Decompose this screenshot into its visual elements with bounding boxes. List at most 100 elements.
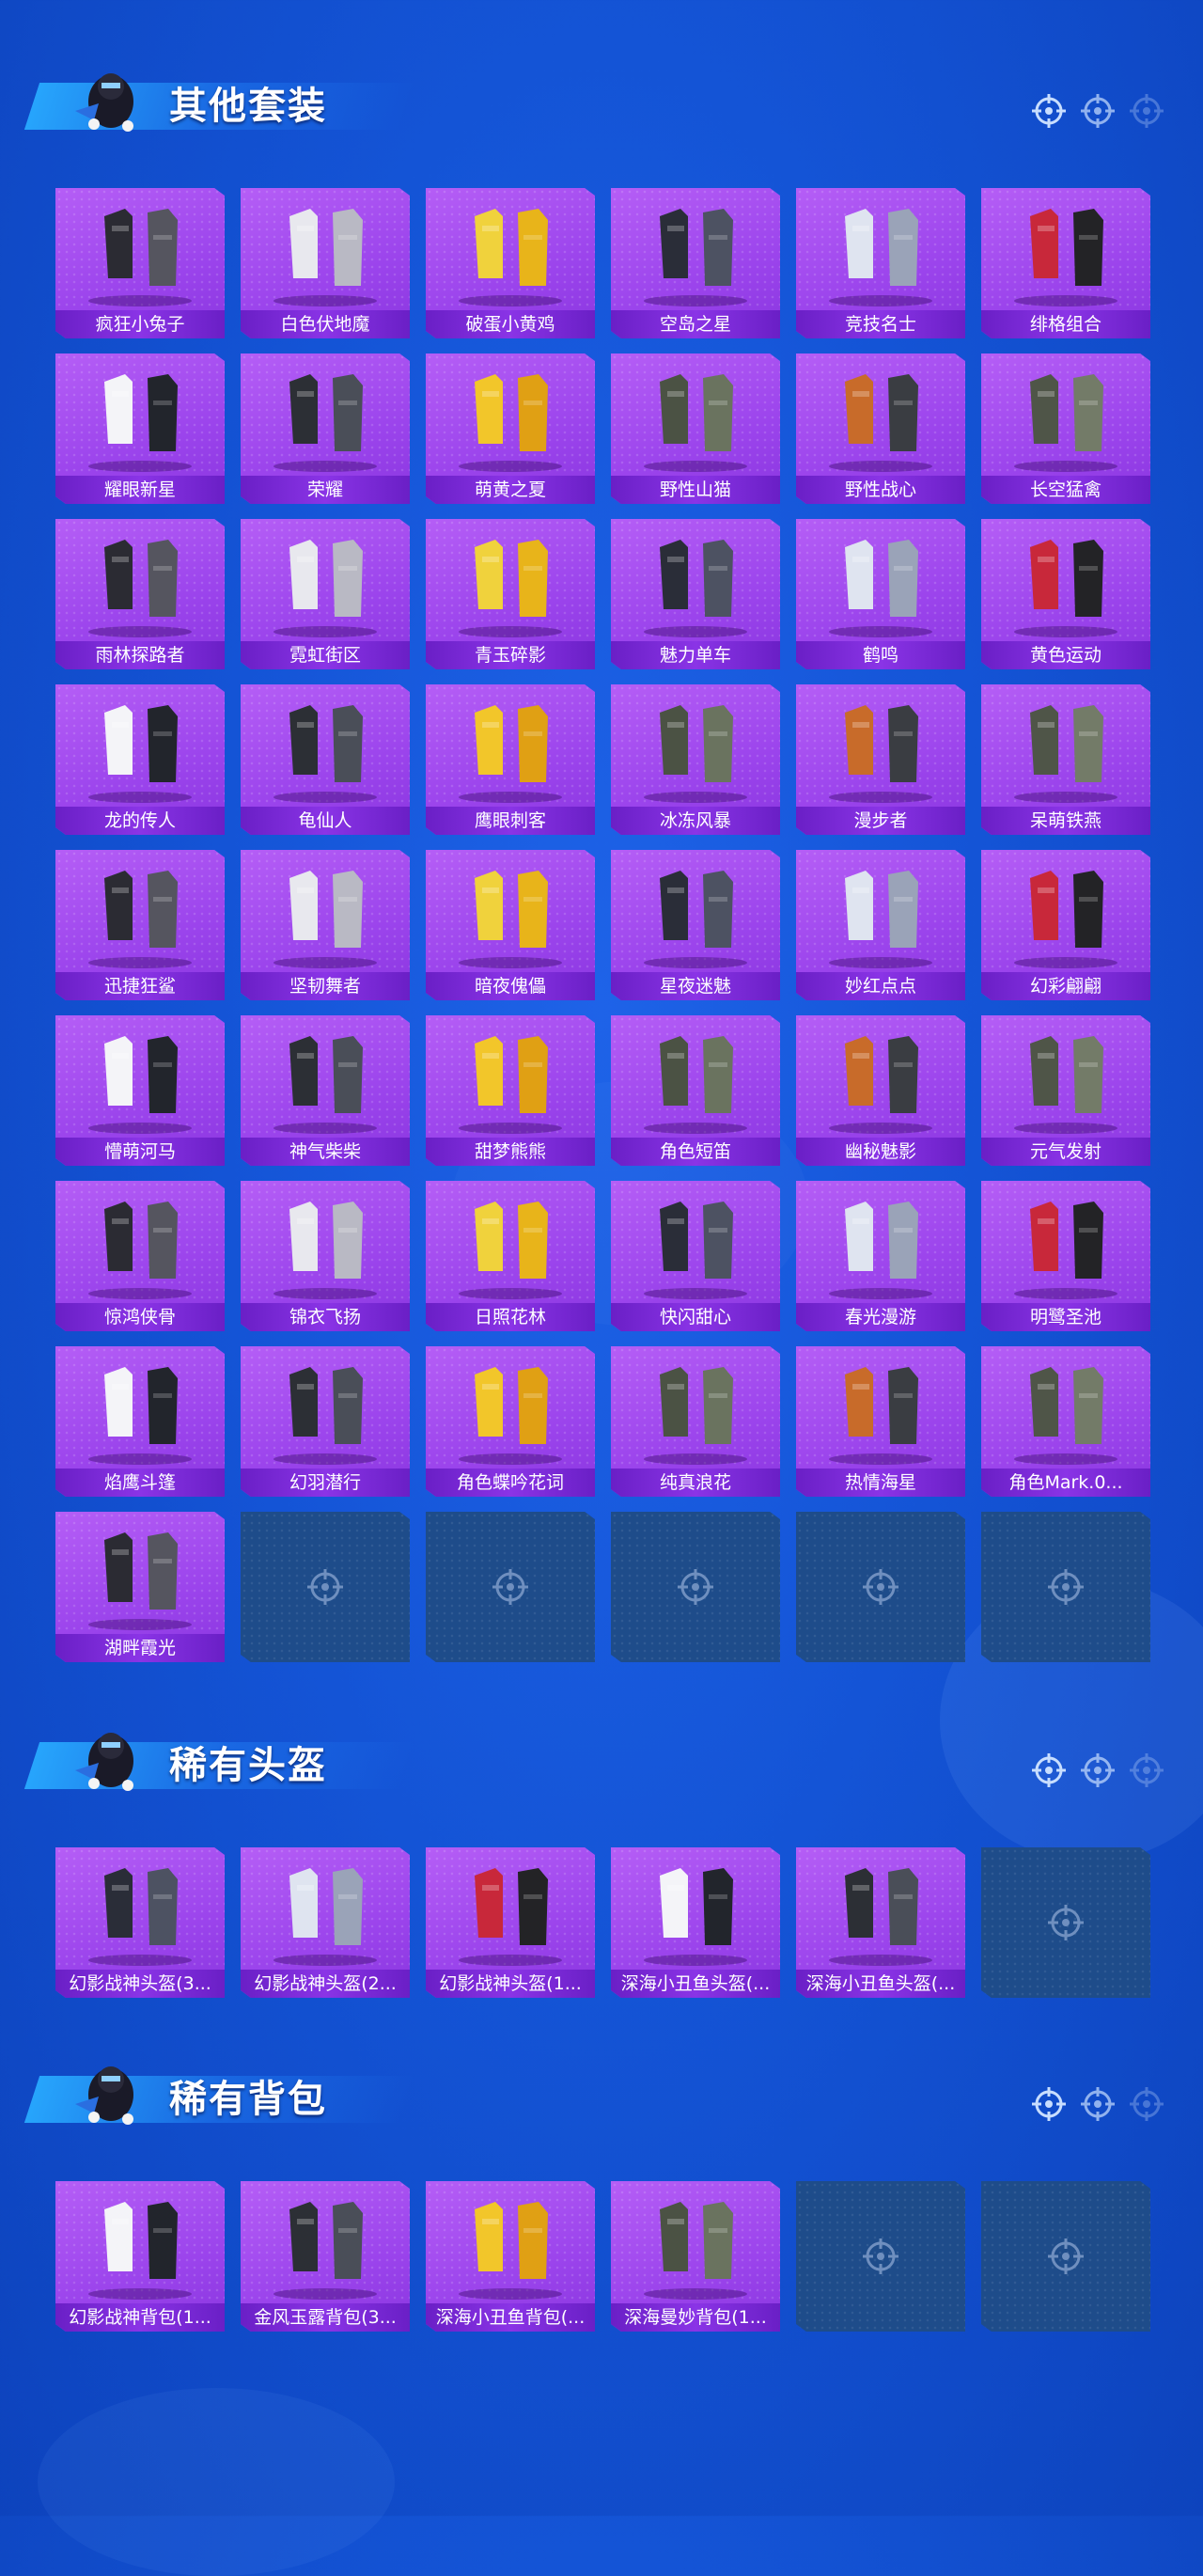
item-card[interactable]: 角色短笛	[611, 1015, 780, 1166]
heart-jacket-set-icon	[644, 1202, 747, 1299]
item-name: 深海曼妙背包(1...	[611, 2303, 780, 2332]
pink-bunny-outfit-icon	[88, 209, 192, 306]
item-name: 雨林探路者	[55, 641, 225, 669]
item-card[interactable]: 破蛋小黄鸡	[426, 188, 595, 338]
neon-street-set-icon	[273, 540, 377, 637]
white-shirt-outfit-icon	[88, 374, 192, 472]
item-card[interactable]: 妙红点点	[796, 850, 965, 1000]
item-card[interactable]: 冰冻风暴	[611, 684, 780, 835]
item-card[interactable]: 热情海星	[796, 1346, 965, 1497]
item-name: 焰鹰斗篷	[55, 1469, 225, 1497]
item-card[interactable]: 暗夜傀儡	[426, 850, 595, 1000]
item-card[interactable]: 幻羽潜行	[241, 1346, 410, 1497]
clownfish-backpack-icon	[459, 2202, 562, 2300]
crane-hoodie-icon	[829, 540, 932, 637]
crosshair-icon	[492, 1569, 528, 1605]
item-card[interactable]: 坚韧舞者	[241, 850, 410, 1000]
item-card[interactable]: 漫步者	[796, 684, 965, 835]
green-jacket-outfit-icon	[88, 540, 192, 637]
item-card[interactable]: 幻影战神背包(1...	[55, 2181, 225, 2332]
phantom-backpack-icon	[88, 2202, 192, 2300]
crosshair-icon	[863, 2238, 898, 2274]
pink-flower-dress-set-icon	[459, 1202, 562, 1299]
starry-night-set-icon	[644, 871, 747, 968]
item-card[interactable]: 雨林探路者	[55, 519, 225, 669]
item-card[interactable]: 星夜迷魅	[611, 850, 780, 1000]
item-card[interactable]: 元气发射	[981, 1015, 1150, 1166]
item-card[interactable]: 角色蝶吟花词	[426, 1346, 595, 1497]
heron-gown-set-icon	[1014, 1202, 1117, 1299]
item-card[interactable]: 幽秘魅影	[796, 1015, 965, 1166]
item-card[interactable]: 空岛之星	[611, 188, 780, 338]
empty-slot	[981, 1512, 1150, 1662]
item-card[interactable]: 懵萌河马	[55, 1015, 225, 1166]
item-card[interactable]: 鹤鸣	[796, 519, 965, 669]
item-card[interactable]: 幻影战神头盔(1...	[426, 1847, 595, 1998]
item-card[interactable]: 春光漫游	[796, 1181, 965, 1331]
item-card[interactable]: 魅力单车	[611, 519, 780, 669]
item-card[interactable]: 白色伏地魔	[241, 188, 410, 338]
item-card[interactable]: 呆萌铁燕	[981, 684, 1150, 835]
item-card[interactable]: 疯狂小兔子	[55, 188, 225, 338]
item-card[interactable]: 焰鹰斗篷	[55, 1346, 225, 1497]
flame-hawk-cloak-icon	[88, 1367, 192, 1465]
item-card[interactable]: 惊鸿侠骨	[55, 1181, 225, 1331]
item-card[interactable]: 日照花林	[426, 1181, 595, 1331]
item-card[interactable]: 幻彩翩翩	[981, 850, 1150, 1000]
item-card[interactable]: 快闪甜心	[611, 1181, 780, 1331]
item-card[interactable]: 野性山猫	[611, 353, 780, 504]
white-jacket-outfit-icon	[829, 209, 932, 306]
item-name: 幻影战神头盔(2...	[241, 1970, 410, 1998]
mascot-icon	[75, 1733, 133, 1791]
item-card[interactable]: 深海曼妙背包(1...	[611, 2181, 780, 2332]
empty-slot	[241, 1512, 410, 1662]
item-card[interactable]: 金风玉露背包(3...	[241, 2181, 410, 2332]
deep-sea-backpack-icon	[644, 2202, 747, 2300]
item-card[interactable]: 荣耀	[241, 353, 410, 504]
dark-phantom-set-icon	[829, 1036, 932, 1134]
orange-vest-outfit-icon	[829, 374, 932, 472]
item-card[interactable]: 鹰眼刺客	[426, 684, 595, 835]
item-card[interactable]: 深海小丑鱼头盔(...	[796, 1847, 965, 1998]
target-decorations	[1030, 1751, 1165, 1789]
item-name: 坚韧舞者	[241, 972, 410, 1000]
item-card[interactable]: 萌黄之夏	[426, 353, 595, 504]
empty-slot	[796, 2181, 965, 2332]
item-card[interactable]: 竞技名士	[796, 188, 965, 338]
crosshair-icon	[1081, 1753, 1115, 1787]
item-card[interactable]: 野性战心	[796, 353, 965, 504]
item-card[interactable]: 耀眼新星	[55, 353, 225, 504]
item-card[interactable]: 迅捷狂鲨	[55, 850, 225, 1000]
item-name: 深海小丑鱼头盔(...	[611, 1970, 780, 1998]
item-name: 角色Mark.0...	[981, 1469, 1150, 1497]
item-card[interactable]: 湖畔霞光	[55, 1512, 225, 1662]
item-card[interactable]: 幻影战神头盔(2...	[241, 1847, 410, 1998]
item-card[interactable]: 明鹭圣池	[981, 1181, 1150, 1331]
item-card[interactable]: 龙的传人	[55, 684, 225, 835]
item-card[interactable]: 黄色运动	[981, 519, 1150, 669]
shark-set-icon	[88, 871, 192, 968]
item-card[interactable]: 霓虹街区	[241, 519, 410, 669]
item-card[interactable]: 龟仙人	[241, 684, 410, 835]
item-card[interactable]: 青玉碎影	[426, 519, 595, 669]
item-card[interactable]: 深海小丑鱼头盔(...	[611, 1847, 780, 1998]
item-card[interactable]: 纯真浪花	[611, 1346, 780, 1497]
item-name: 野性战心	[796, 476, 965, 504]
item-card[interactable]: 锦衣飞扬	[241, 1181, 410, 1331]
item-card[interactable]: 深海小丑鱼背包(...	[426, 2181, 595, 2332]
item-name: 暗夜傀儡	[426, 972, 595, 1000]
item-card[interactable]: 角色Mark.0...	[981, 1346, 1150, 1497]
jade-outfit-set-icon	[459, 540, 562, 637]
red-dots-set-icon	[829, 871, 932, 968]
butterfly-character-icon	[459, 1367, 562, 1465]
item-card[interactable]: 绯格组合	[981, 188, 1150, 338]
mecha-character-icon	[1014, 1367, 1117, 1465]
bear-mask-set-icon	[1014, 705, 1117, 803]
item-card[interactable]: 长空猛禽	[981, 353, 1150, 504]
item-card[interactable]: 幻影战神头盔(3...	[55, 1847, 225, 1998]
item-name: 甜梦熊熊	[426, 1138, 595, 1166]
crosshair-icon	[1130, 94, 1164, 128]
item-card[interactable]: 神气柴柴	[241, 1015, 410, 1166]
item-name: 漫步者	[796, 807, 965, 835]
item-card[interactable]: 甜梦熊熊	[426, 1015, 595, 1166]
